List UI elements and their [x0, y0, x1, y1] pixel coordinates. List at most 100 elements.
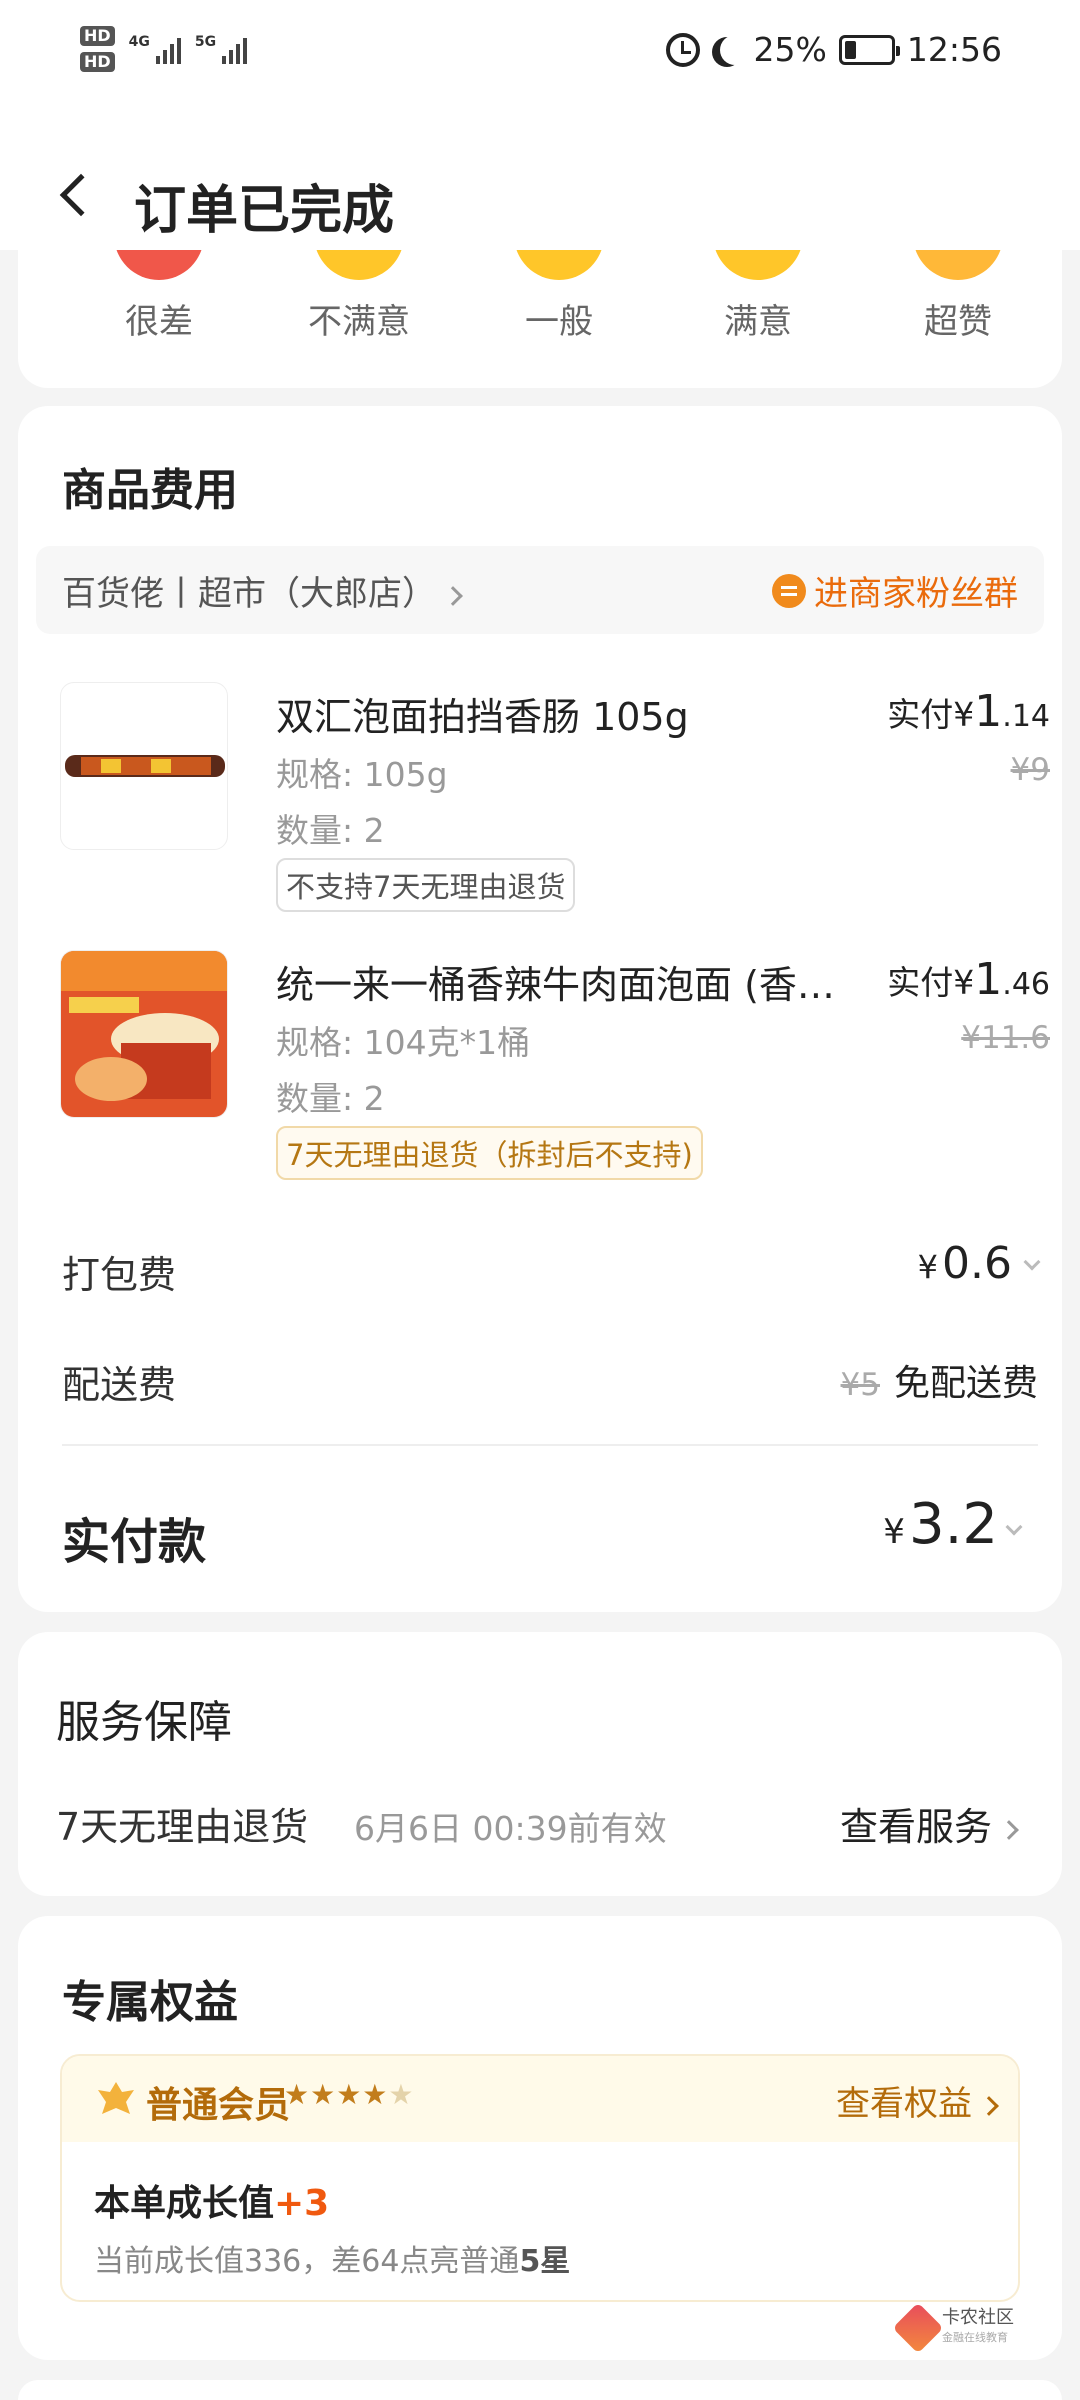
return-policy-tag: 不支持7天无理由退货 [276, 858, 576, 912]
chevron-right-icon [443, 585, 463, 606]
back-arrow-icon[interactable] [59, 173, 103, 217]
watermark: 卡农社区 金融在线教育 [892, 2302, 1014, 2354]
stars-filled-icon: ★★★★ [284, 2078, 389, 2111]
hd1-badge: HD [80, 26, 115, 46]
product-qty: 数量: 2 [276, 811, 385, 850]
product-cost-card: 商品费用 百货佬丨超市（大郎店） 进商家粉丝群 双汇泡面拍挡香肠 105g 规格… [18, 406, 1062, 1612]
view-benefits-label: 查看权益 [836, 2084, 972, 2124]
rating-excellent[interactable]: 超赞 [873, 250, 1043, 343]
member-box: 普通会员 ★★★★★ 查看权益 本单成长值+3 当前成长值336，差64点亮普通… [60, 2054, 1020, 2302]
rating-average[interactable]: 一般 [474, 250, 644, 343]
emoji-icon [114, 250, 204, 280]
rating-label: 不满意 [308, 302, 410, 342]
currency-symbol: ¥ [917, 1248, 939, 1286]
shop-bar: 百货佬丨超市（大郎店） 进商家粉丝群 [36, 546, 1044, 634]
currency-symbol: ¥ [883, 1512, 905, 1552]
rating-label: 超赞 [924, 302, 992, 342]
battery-percent: 25% [753, 30, 827, 69]
section-title: 服务保障 [56, 1697, 232, 1748]
chat-icon [772, 573, 806, 608]
rating-card: 很差 不满意 一般 满意 超赞 [18, 250, 1062, 388]
paid-dec: .46 [1002, 967, 1050, 1002]
status-right: 25% 12:56 [665, 30, 1002, 69]
watermark-logo-icon [892, 2302, 944, 2354]
signal-group: HD HD 4G 5G [80, 26, 248, 72]
paid-price: 实付¥1.46 [887, 954, 1050, 1005]
service-validity: 6月6日 00:39前有效 [354, 1809, 667, 1848]
stars-empty-icon: ★ [388, 2078, 415, 2111]
next-card-edge [18, 2380, 1062, 2400]
service-card: 服务保障 7天无理由退货 6月6日 00:39前有效 查看服务 [18, 1632, 1062, 1896]
divider [62, 1444, 1038, 1446]
sig2-label: 5G [194, 34, 217, 50]
list-item[interactable]: 双汇泡面拍挡香肠 105g 规格: 105g 数量: 2 不支持7天无理由退货 … [60, 682, 1050, 922]
clock-time: 12:56 [906, 30, 1002, 69]
shipping-fee-row: 配送费 ¥5 免配送费 [62, 1348, 1038, 1408]
paid-int: 1 [974, 954, 1003, 1005]
view-service-label: 查看服务 [839, 1805, 992, 1849]
shipping-free: 免配送费 [893, 1363, 1038, 1404]
battery-icon [838, 34, 900, 65]
rating-label: 一般 [525, 302, 593, 342]
do-not-disturb-icon [720, 35, 750, 65]
total-value[interactable]: ¥3.2 [883, 1492, 1023, 1557]
return-policy-tag: 7天无理由退货（拆封后不支持) [276, 1126, 703, 1180]
section-title: 专属权益 [62, 1977, 238, 2028]
chevron-right-icon [979, 2095, 999, 2116]
product-name: 统一来一桶香辣牛肉面泡面 (香辣牛肉面) [276, 963, 836, 1007]
rating-very-bad[interactable]: 很差 [74, 250, 244, 343]
growth-sub-prefix: 当前成长值336，差64点亮普通 [94, 2244, 520, 2279]
paid-price: 实付¥1.14 [887, 686, 1050, 737]
page-title: 订单已完成 [134, 181, 395, 241]
product-qty: 数量: 2 [276, 1079, 385, 1118]
member-stars: ★★★★★ [284, 2078, 415, 2111]
growth-progress-text: 当前成长值336，差64点亮普通5星 [94, 2236, 570, 2280]
shipping-fee-value: ¥5 免配送费 [841, 1354, 1038, 1406]
signal-5g-icon: 5G [194, 34, 248, 64]
fan-group-label: 进商家粉丝群 [814, 574, 1018, 614]
rating-label: 很差 [125, 302, 193, 342]
alarm-icon [665, 32, 700, 67]
service-name: 7天无理由退货 [56, 1805, 309, 1849]
product-spec: 规格: 105g [276, 755, 448, 794]
packing-fee-value: ¥0.6 [917, 1238, 1041, 1289]
rating-satisfied[interactable]: 满意 [673, 250, 843, 343]
original-price: ¥9 [1010, 752, 1050, 788]
sausage-image [65, 755, 225, 777]
signal-4g-icon: 4G [129, 34, 181, 64]
emoji-icon [314, 250, 404, 280]
growth-value: 本单成长值+3 [94, 2174, 329, 2226]
watermark-title: 卡农社区 [942, 2307, 1014, 2328]
packing-fee-row[interactable]: 打包费 ¥0.6 [62, 1238, 1041, 1298]
fan-group-button[interactable]: 进商家粉丝群 [772, 566, 1018, 615]
total-label: 实付款 [62, 1514, 207, 1570]
emoji-icon [713, 250, 803, 280]
original-price: ¥11.6 [961, 1020, 1050, 1056]
hd2-badge: HD [80, 52, 115, 72]
rating-label: 满意 [724, 302, 792, 342]
benefit-card: 专属权益 普通会员 ★★★★★ 查看权益 本单成长值+3 当前成长值336，差6… [18, 1916, 1062, 2360]
view-benefits-link[interactable]: 查看权益 [836, 2076, 999, 2125]
product-image [60, 682, 228, 850]
growth-label: 本单成长值 [94, 2183, 275, 2224]
emoji-icon [913, 250, 1003, 280]
list-item[interactable]: 统一来一桶香辣牛肉面泡面 (香辣牛肉面) 规格: 104克*1桶 数量: 2 7… [60, 950, 1050, 1190]
shop-name-link[interactable]: 百货佬丨超市（大郎店） [62, 566, 463, 615]
section-title: 商品费用 [62, 465, 238, 516]
battery-level [844, 40, 856, 59]
view-service-link[interactable]: 查看服务 [839, 1796, 1019, 1851]
shop-name: 百货佬丨超市（大郎店） [62, 574, 436, 614]
status-bar: HD HD 4G 5G 25% 12:56 [0, 0, 1080, 110]
packing-amount: 0.6 [942, 1238, 1012, 1289]
total-amount: 3.2 [908, 1492, 998, 1557]
sig1-label: 4G [128, 34, 150, 50]
member-level: 普通会员 [146, 2085, 291, 2126]
member-header: 普通会员 ★★★★★ 查看权益 [62, 2056, 1018, 2142]
paid-int: 1 [974, 686, 1003, 737]
shipping-original: ¥5 [840, 1367, 880, 1403]
member-badge-icon [98, 2082, 134, 2114]
paid-prefix: 实付¥ [887, 963, 975, 1002]
chevron-down-icon [1023, 1253, 1041, 1271]
noodle-cup-image [61, 951, 227, 1117]
rating-unsatisfied[interactable]: 不满意 [274, 250, 444, 343]
